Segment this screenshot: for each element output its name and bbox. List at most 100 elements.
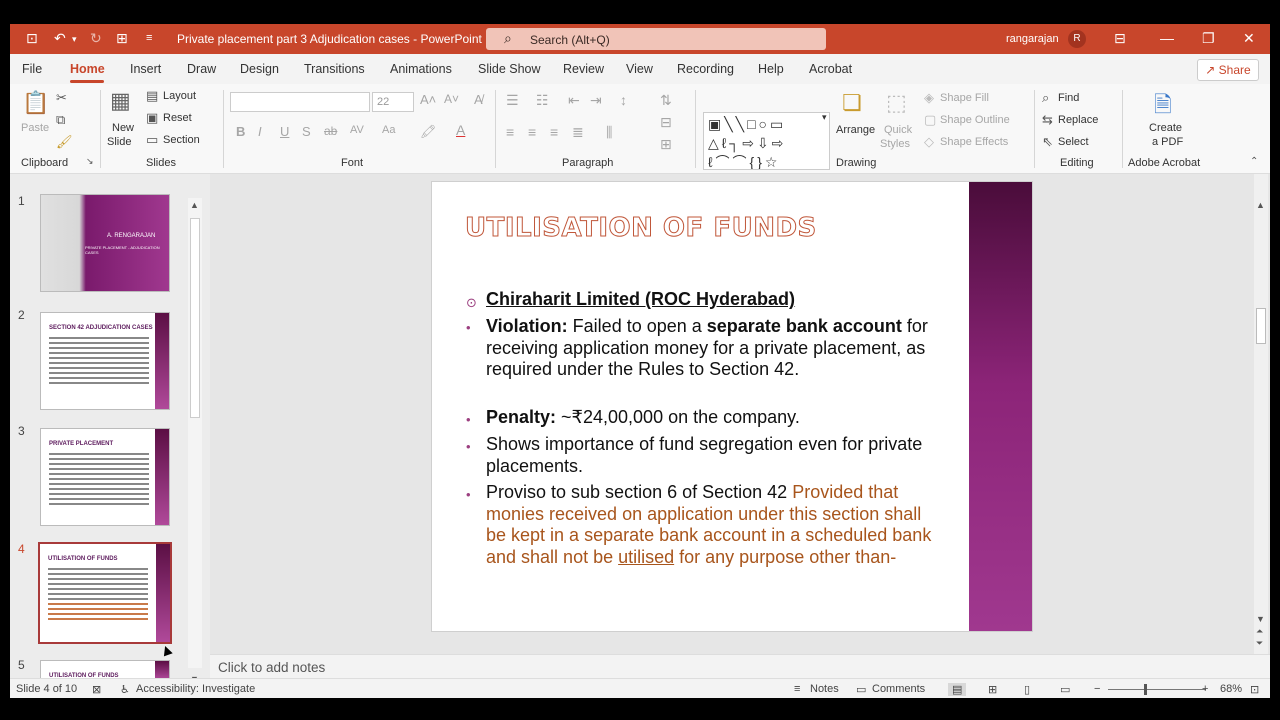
- new-slide-icon[interactable]: ▦: [110, 88, 131, 114]
- next-slide-icon[interactable]: ⏷: [1256, 638, 1263, 649]
- find-button[interactable]: Find: [1058, 92, 1079, 104]
- find-icon[interactable]: ⌕: [1042, 90, 1049, 106]
- dialog-launcher-icon[interactable]: ↘: [86, 156, 94, 167]
- gallery-more-icon[interactable]: ▾: [822, 112, 827, 123]
- format-painter-icon[interactable]: 🖌: [56, 134, 73, 150]
- char-spacing-icon[interactable]: AV: [350, 124, 364, 136]
- decrease-font-icon[interactable]: A˅: [444, 92, 459, 106]
- scroll-up-icon[interactable]: ▲: [1256, 200, 1265, 210]
- tab-animations[interactable]: Animations: [390, 62, 452, 76]
- shape-outline-icon[interactable]: ▢: [924, 112, 936, 128]
- section-icon[interactable]: ▭: [146, 132, 158, 148]
- accessibility-icon[interactable]: ♿: [120, 683, 130, 696]
- bullets-icon[interactable]: ☰: [506, 92, 519, 109]
- scroll-thumb[interactable]: [1256, 308, 1266, 344]
- create-pdf-label-2[interactable]: a PDF: [1152, 136, 1183, 148]
- current-slide[interactable]: UTILISATION OF FUNDS ⊙ Chiraharit Limite…: [431, 181, 1033, 632]
- font-name-box[interactable]: [230, 92, 370, 112]
- reset-button[interactable]: Reset: [163, 112, 192, 124]
- slide-thumbnail-5[interactable]: UTILISATION OF FUNDS: [40, 660, 170, 680]
- shadow-icon[interactable]: S: [302, 124, 311, 139]
- scroll-thumb[interactable]: [190, 218, 200, 418]
- present-icon[interactable]: ⊞: [116, 30, 128, 47]
- scroll-up-icon[interactable]: ▲: [190, 200, 199, 210]
- zoom-slider[interactable]: [1108, 689, 1206, 690]
- thumbnail-scrollbar[interactable]: ▲ ▼: [188, 198, 202, 684]
- fit-to-window-icon[interactable]: ⊡: [1250, 683, 1259, 696]
- change-case-icon[interactable]: Aa: [382, 124, 395, 136]
- collapse-ribbon-icon[interactable]: ⌃: [1250, 156, 1258, 167]
- comments-icon[interactable]: ▭: [856, 683, 866, 696]
- shape-effects-icon[interactable]: ◇: [924, 134, 934, 150]
- tab-recording[interactable]: Recording: [677, 62, 734, 76]
- close-icon[interactable]: ✕: [1243, 30, 1255, 47]
- shapes-gallery[interactable]: ▣╲╲□○▭ △ℓ┐⇨⇩⇨ ℓ⌒⌒{}☆: [703, 112, 830, 170]
- slide-thumbnail-4[interactable]: UTILISATION OF FUNDS: [38, 542, 172, 644]
- tab-home[interactable]: Home: [70, 62, 105, 76]
- tab-slide-show[interactable]: Slide Show: [478, 62, 541, 76]
- undo-icon[interactable]: ↶: [54, 30, 66, 47]
- highlight-icon[interactable]: 🖍: [420, 124, 437, 140]
- spellcheck-icon[interactable]: ⊠: [92, 683, 101, 696]
- tab-file[interactable]: File: [22, 62, 42, 76]
- align-right-icon[interactable]: ≡: [550, 124, 558, 140]
- create-pdf-label-1[interactable]: Create: [1149, 122, 1182, 134]
- slide-thumbnail-3[interactable]: PRIVATE PLACEMENT: [40, 428, 170, 526]
- quick-styles-label-1[interactable]: Quick: [884, 124, 912, 136]
- shape-fill-icon[interactable]: ◈: [924, 90, 934, 106]
- increase-indent-icon[interactable]: ⇥: [590, 92, 602, 109]
- justify-icon[interactable]: ≣: [572, 124, 584, 141]
- line-spacing-icon[interactable]: ↕: [620, 92, 627, 108]
- bullet-importance[interactable]: Shows importance of fund segregation eve…: [486, 434, 936, 477]
- decrease-indent-icon[interactable]: ⇤: [568, 92, 580, 109]
- scroll-down-icon[interactable]: ▼: [1256, 614, 1265, 624]
- zoom-in-icon[interactable]: +: [1202, 683, 1208, 695]
- quick-styles-label-2[interactable]: Styles: [880, 138, 910, 150]
- notes-toggle-icon[interactable]: ≡: [794, 683, 800, 695]
- reset-icon[interactable]: ▣: [146, 110, 158, 126]
- zoom-out-icon[interactable]: −: [1094, 683, 1100, 695]
- section-button[interactable]: Section: [163, 134, 200, 146]
- editor-scrollbar[interactable]: ▲ ▼ ⏶ ⏷: [1254, 174, 1268, 654]
- redo-icon[interactable]: ↻: [90, 30, 102, 47]
- notes-toggle[interactable]: Notes: [810, 683, 839, 695]
- tab-insert[interactable]: Insert: [130, 62, 161, 76]
- replace-button[interactable]: Replace: [1058, 114, 1098, 126]
- arrange-button[interactable]: Arrange: [836, 124, 875, 136]
- tab-design[interactable]: Design: [240, 62, 279, 76]
- paste-icon[interactable]: 📋: [22, 90, 49, 116]
- autosave-icon[interactable]: ⊡: [26, 30, 38, 47]
- restore-icon[interactable]: ❐: [1202, 30, 1215, 47]
- increase-font-icon[interactable]: A˄: [420, 92, 436, 107]
- align-text-icon[interactable]: ⊟: [660, 114, 672, 131]
- undo-dropdown-icon[interactable]: ▾: [72, 34, 77, 45]
- tab-transitions[interactable]: Transitions: [304, 62, 365, 76]
- minimize-icon[interactable]: —: [1160, 30, 1174, 46]
- cut-icon[interactable]: ✂: [56, 90, 67, 106]
- shape-fill-button[interactable]: Shape Fill: [940, 92, 989, 104]
- font-size-box[interactable]: 22: [372, 92, 414, 112]
- layout-icon[interactable]: ▤: [146, 88, 158, 104]
- layout-button[interactable]: Layout: [163, 90, 196, 102]
- previous-slide-icon[interactable]: ⏶: [1256, 626, 1263, 637]
- replace-icon[interactable]: ⇆: [1042, 112, 1053, 128]
- new-slide-label-1[interactable]: New: [112, 122, 134, 134]
- tab-acrobat[interactable]: Acrobat: [809, 62, 852, 76]
- search-box[interactable]: ⌕ Search (Alt+Q): [486, 28, 826, 50]
- columns-icon[interactable]: ⫼: [606, 124, 612, 141]
- slide-title[interactable]: UTILISATION OF FUNDS: [465, 213, 817, 244]
- reading-view-icon[interactable]: ▯: [1024, 683, 1030, 696]
- quick-styles-icon[interactable]: ⬚: [886, 90, 907, 116]
- new-slide-label-2[interactable]: Slide: [107, 136, 131, 148]
- paste-label[interactable]: Paste: [21, 122, 49, 134]
- select-icon[interactable]: ⇖: [1042, 134, 1053, 150]
- bullet-violation[interactable]: Violation: Failed to open a separate ban…: [486, 316, 936, 381]
- accessibility-status[interactable]: Accessibility: Investigate: [136, 683, 255, 695]
- share-button[interactable]: ↗ Share: [1197, 59, 1259, 81]
- bold-icon[interactable]: B: [236, 124, 245, 139]
- slide-sorter-icon[interactable]: ⊞: [988, 683, 997, 696]
- bullet-penalty[interactable]: Penalty: ~₹24,00,000 on the company.: [486, 407, 936, 429]
- slideshow-view-icon[interactable]: ▭: [1060, 683, 1070, 696]
- select-button[interactable]: Select: [1058, 136, 1089, 148]
- bullet-company[interactable]: Chiraharit Limited (ROC Hyderabad): [486, 289, 936, 311]
